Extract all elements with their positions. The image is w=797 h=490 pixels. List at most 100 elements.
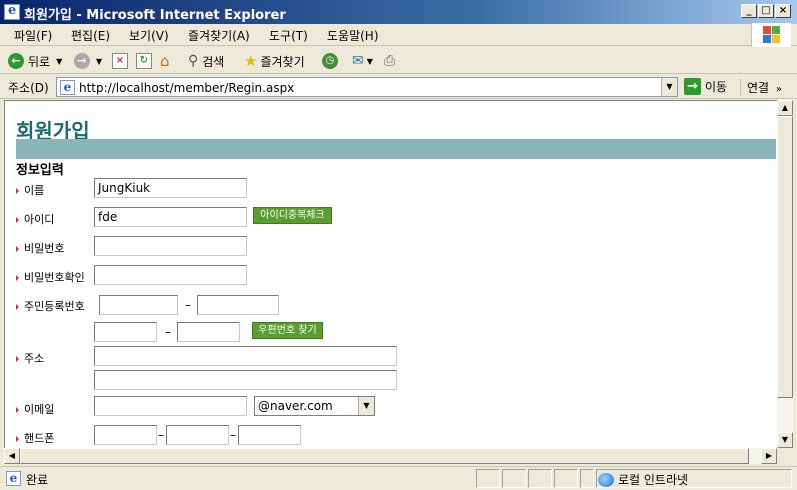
email-id-input[interactable] [94,396,247,416]
refresh-button[interactable]: ↻ [136,51,152,71]
chevron-right-icon: » [775,84,783,95]
status-pane [580,469,594,488]
scroll-up-icon[interactable]: ▲ [777,100,793,116]
resident-number-back-input[interactable] [197,295,279,315]
horizontal-scrollbar[interactable]: ◀ ▶ [4,448,777,464]
chevron-down-icon: ▼ [56,56,63,66]
history-icon: ◷ [322,53,338,69]
bullet-icon [16,188,19,194]
search-label: 검색 [202,54,225,69]
history-button[interactable]: ◷ [322,51,338,71]
name-input[interactable]: JungKiuk [94,178,247,198]
status-pane [502,469,526,488]
phone-first-input[interactable] [94,425,157,445]
page-icon: e [60,80,75,95]
password-input[interactable] [94,236,247,256]
links-button[interactable]: 연결 » [740,79,782,96]
zipcode-back-input[interactable] [177,322,240,342]
forward-button[interactable]: → ▼ [74,51,102,71]
star-icon: ★ [244,52,258,70]
refresh-icon: ↻ [136,53,152,69]
search-icon: ⚲ [188,53,199,69]
address-line2-input[interactable] [94,370,397,390]
bullet-icon [16,407,19,413]
vertical-scroll-thumb[interactable] [777,116,793,398]
menu-help[interactable]: 도움말(H) [327,27,379,44]
go-arrow-icon: → [684,78,701,95]
minimize-button[interactable]: _ [741,4,757,18]
menu-favorites[interactable]: 즐겨찾기(A) [188,27,250,44]
home-button[interactable]: ⌂ [160,51,170,71]
dash: – [185,298,191,312]
printer-icon: ⎙ [384,53,396,69]
email-label: 이메일 [16,401,54,417]
phone-last-input[interactable] [238,425,301,445]
print-button[interactable]: ⎙ [384,51,395,71]
resident-number-label: 주민등록번호 [16,298,85,314]
dash: – [230,428,236,442]
password-confirm-input[interactable] [94,265,247,285]
phone-label: 핸드폰 [16,430,54,446]
windows-flag-icon [763,26,781,44]
status-text: 완료 [26,473,49,487]
favorites-button[interactable]: ★ 즐겨찾기 [244,51,305,71]
mail-button[interactable]: ✉ ▼ [352,51,373,71]
bullet-icon [16,304,19,310]
favorites-label: 즐겨찾기 [260,54,305,69]
menu-edit[interactable]: 편집(E) [71,27,110,44]
address-line1-input[interactable] [94,346,397,366]
mail-icon: ✉ [352,53,364,69]
status-pane [528,469,552,488]
address-label: 주소(D) [8,81,49,95]
id-input[interactable]: fde [94,207,247,227]
close-button[interactable]: × [775,4,791,18]
search-button[interactable]: ⚲ 검색 [188,51,224,71]
name-label: 이름 [16,182,44,198]
bullet-icon [16,275,19,281]
resident-number-front-input[interactable] [99,295,178,315]
scroll-corner [777,448,793,464]
title-band [16,139,776,159]
windows-logo [751,23,791,47]
status-pane [476,469,500,488]
address-bar: 주소(D) e http://localhost/member/Regin.as… [0,75,797,99]
go-label: 이동 [705,80,728,94]
zip-search-button[interactable]: 우편번호 찾기 [252,322,323,339]
vertical-scrollbar[interactable]: ▲ ▼ [777,100,793,448]
id-label: 아이디 [16,211,54,227]
bullet-icon [16,436,19,442]
back-button[interactable]: ← 뒤로 ▼ [8,51,62,71]
menu-view[interactable]: 보기(V) [129,27,169,44]
id-check-button[interactable]: 아이디중복체크 [253,207,332,224]
menu-file[interactable]: 파일(F) [14,27,52,44]
address-field-label: 주소 [16,350,44,366]
chevron-down-icon: ▼ [366,56,373,66]
menu-tools[interactable]: 도구(T) [269,27,308,44]
intranet-globe-icon [598,472,614,487]
go-button[interactable]: → 이동 [684,78,727,95]
links-label: 연결 [747,81,770,95]
home-icon: ⌂ [160,52,170,70]
ie-icon [4,3,20,20]
zone-label: 로컬 인트라넷 [618,473,689,487]
maximize-button[interactable]: □ [758,4,774,18]
scroll-left-icon[interactable]: ◀ [4,448,20,464]
chevron-down-icon: ▼ [96,56,103,66]
password-label: 비밀번호 [16,240,64,256]
security-zone[interactable]: 로컬 인트라넷 [598,471,688,488]
phone-middle-input[interactable] [166,425,229,445]
chevron-down-icon[interactable]: ▼ [661,78,677,96]
scroll-right-icon[interactable]: ▶ [761,448,777,464]
email-domain-select[interactable]: @naver.com ▼ [254,396,375,416]
toolbar: ← 뒤로 ▼ → ▼ × ↻ ⌂ ⚲ 검색 ★ 즐겨찾기 ◷ ✉ ▼ ⎙ [0,47,797,74]
horizontal-scroll-thumb[interactable] [20,448,749,464]
scroll-down-icon[interactable]: ▼ [777,432,793,448]
stop-button[interactable]: × [112,51,128,71]
password-confirm-label: 비밀번호확인 [16,269,85,285]
title-bar: 회원가입 - Microsoft Internet Explorer _ □ × [0,0,797,24]
status-pane [554,469,578,488]
address-input[interactable]: e http://localhost/member/Regin.aspx ▼ [56,77,678,97]
zipcode-front-input[interactable] [94,322,157,342]
chevron-down-icon[interactable]: ▼ [358,397,374,415]
page-content: 회원가입 정보입력 이름 JungKiuk 아이디 fde 아이디중복체크 비밀… [4,100,777,448]
